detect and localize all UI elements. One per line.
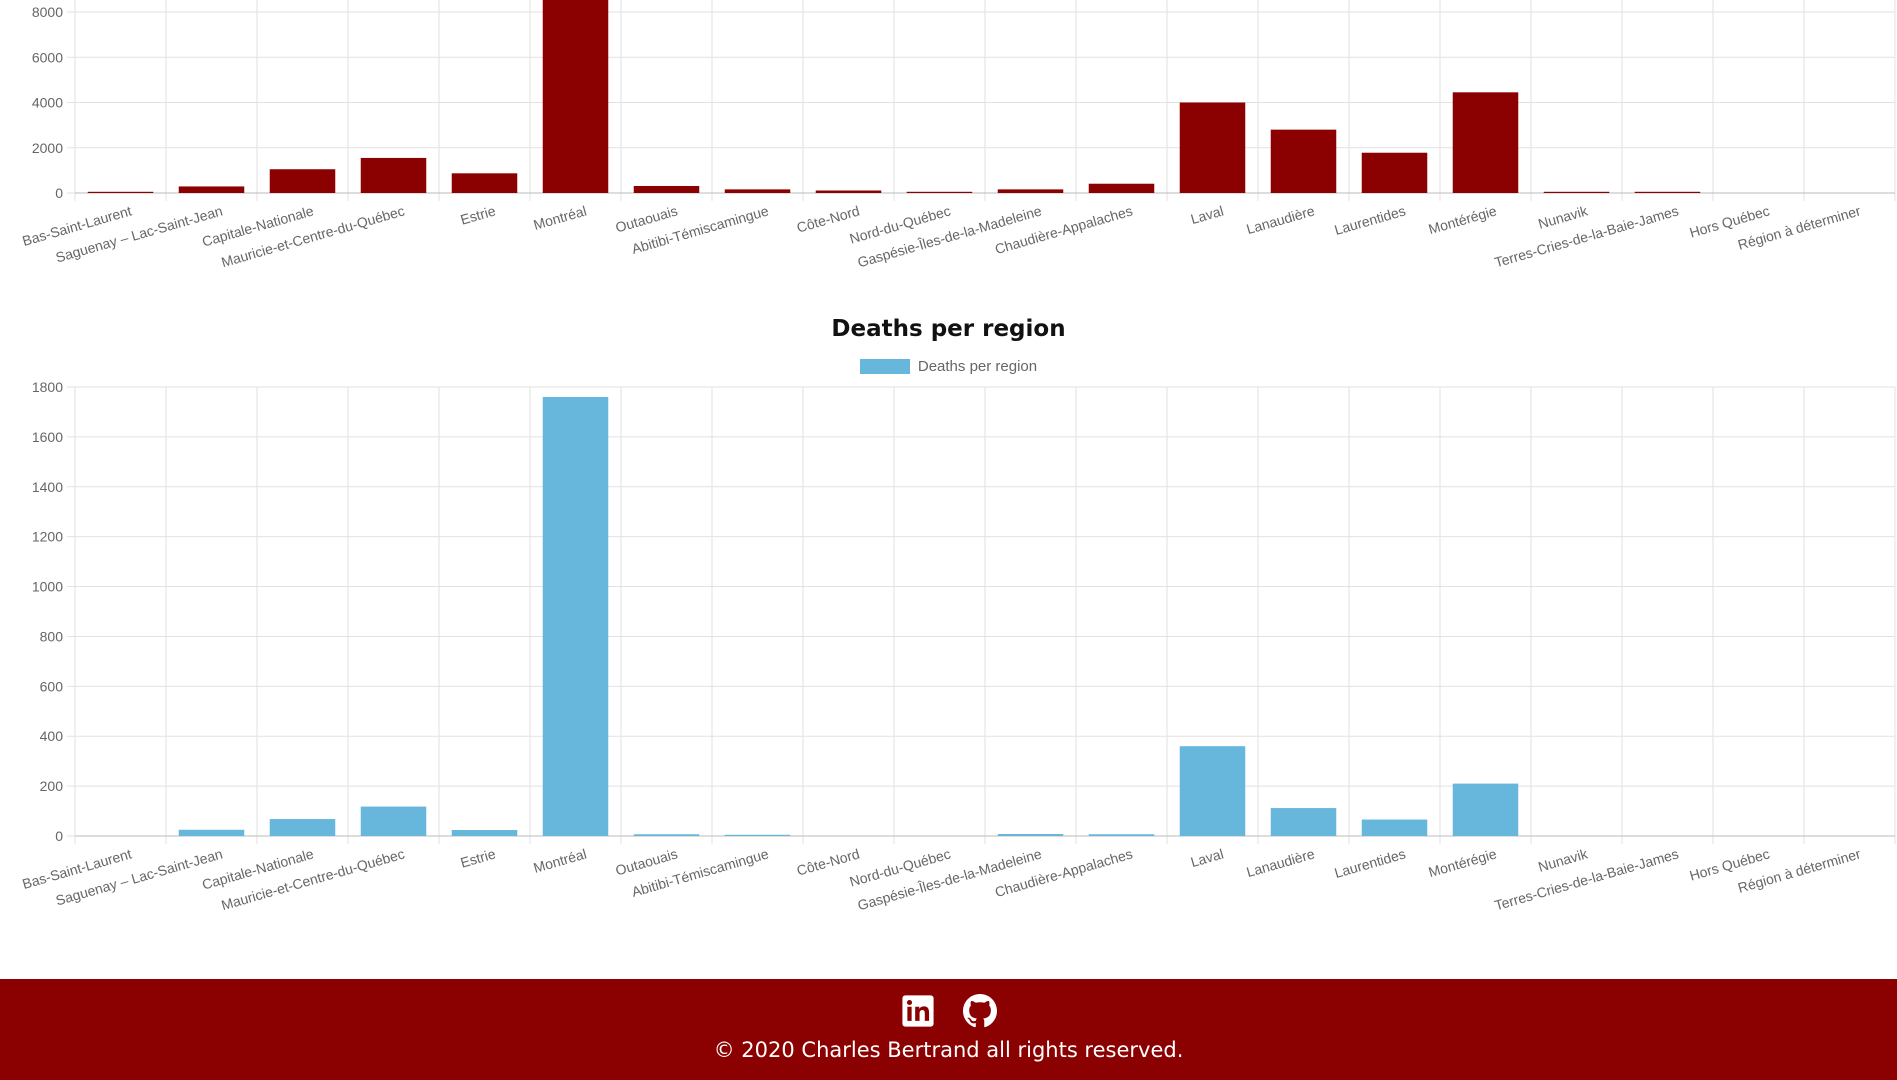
- linkedin-link[interactable]: [901, 994, 935, 1028]
- bar[interactable]: [633, 834, 700, 836]
- footer: © 2020 Charles Bertrand all rights reser…: [0, 979, 1897, 1080]
- x-tick-label: Montérégie: [1427, 845, 1499, 880]
- bar[interactable]: [360, 157, 427, 193]
- bar[interactable]: [269, 169, 336, 193]
- bar[interactable]: [1543, 191, 1610, 193]
- y-tick-label: 0: [55, 828, 63, 844]
- x-tick-label: Nunavik: [1536, 202, 1590, 232]
- y-tick-label: 4000: [32, 95, 63, 111]
- bar[interactable]: [1179, 746, 1246, 836]
- x-tick-label: Laval: [1189, 846, 1226, 871]
- y-tick-label: 200: [40, 778, 64, 794]
- cases-chart: 02000400060008000Bas-Saint-LaurentSaguen…: [20, 0, 1896, 270]
- y-tick-label: 1200: [32, 529, 63, 545]
- github-icon: [962, 994, 997, 1028]
- y-tick-label: 800: [40, 628, 64, 644]
- bar[interactable]: [542, 396, 609, 836]
- bar[interactable]: [633, 185, 700, 193]
- bar[interactable]: [1452, 783, 1519, 836]
- bar[interactable]: [178, 186, 245, 193]
- x-tick-label: Estrie: [459, 845, 498, 870]
- bar[interactable]: [1270, 129, 1337, 193]
- x-tick-label: Lanaudière: [1245, 202, 1317, 237]
- deaths-chart: 020040060080010001200140016001800Bas-Sai…: [20, 379, 1896, 913]
- bar[interactable]: [1088, 834, 1155, 836]
- y-tick-label: 1800: [32, 379, 63, 395]
- linkedin-icon: [901, 995, 934, 1027]
- bar[interactable]: [724, 189, 791, 193]
- bar[interactable]: [451, 173, 518, 193]
- x-tick-label: Laval: [1189, 203, 1226, 228]
- y-tick-label: 1400: [32, 479, 63, 495]
- bar[interactable]: [1361, 819, 1428, 836]
- x-tick-label: Laurentides: [1333, 203, 1408, 239]
- x-tick-label: Montréal: [532, 846, 589, 876]
- x-tick-label: Saguenay – Lac-Saint-Jean: [54, 203, 225, 266]
- bar[interactable]: [1088, 183, 1155, 193]
- bar[interactable]: [451, 830, 518, 836]
- x-tick-label: Nunavik: [1536, 845, 1590, 875]
- x-tick-label: Lanaudière: [1245, 845, 1317, 880]
- y-tick-label: 400: [40, 728, 64, 744]
- github-link[interactable]: [962, 994, 997, 1028]
- y-tick-label: 8000: [32, 4, 63, 20]
- y-tick-label: 600: [40, 678, 64, 694]
- bar[interactable]: [360, 806, 427, 836]
- bar[interactable]: [542, 0, 609, 193]
- bar[interactable]: [178, 829, 245, 836]
- bar[interactable]: [87, 191, 154, 193]
- bar[interactable]: [906, 191, 973, 193]
- bar[interactable]: [997, 834, 1064, 836]
- bar[interactable]: [269, 819, 336, 836]
- x-tick-label: Laurentides: [1333, 846, 1408, 882]
- bar[interactable]: [724, 834, 791, 836]
- x-tick-label: Estrie: [459, 202, 498, 227]
- social-links: [901, 994, 997, 1028]
- y-tick-label: 6000: [32, 49, 63, 65]
- y-tick-label: 1600: [32, 429, 63, 445]
- bar[interactable]: [1452, 92, 1519, 193]
- bar[interactable]: [815, 190, 882, 193]
- x-tick-label: Montérégie: [1427, 202, 1499, 237]
- bar[interactable]: [1634, 191, 1701, 193]
- bar[interactable]: [1179, 102, 1246, 194]
- x-tick-label: Saguenay – Lac-Saint-Jean: [54, 846, 225, 909]
- bar[interactable]: [997, 189, 1064, 193]
- y-tick-label: 2000: [32, 140, 63, 156]
- copyright-text: © 2020 Charles Bertrand all rights reser…: [713, 1038, 1184, 1062]
- x-tick-label: Montréal: [532, 203, 589, 233]
- y-tick-label: 1000: [32, 579, 63, 595]
- bar[interactable]: [1270, 808, 1337, 836]
- bar[interactable]: [1361, 152, 1428, 193]
- y-tick-label: 0: [55, 185, 63, 201]
